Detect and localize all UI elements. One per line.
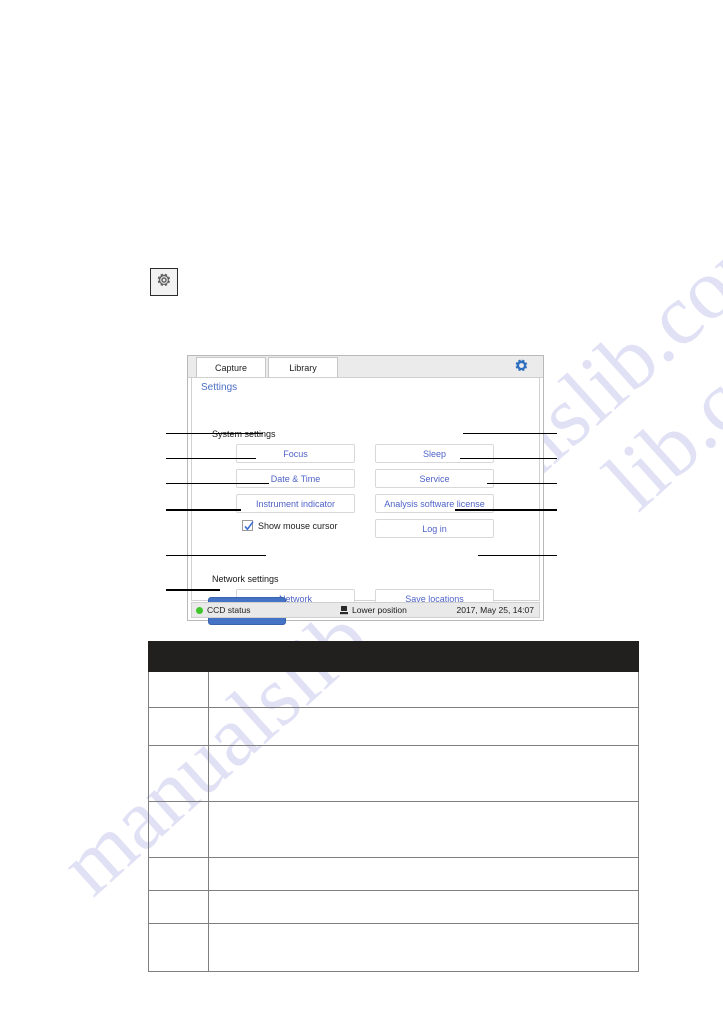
checkbox-show-mouse-cursor-label: Show mouse cursor bbox=[258, 520, 338, 531]
callout-line-sleep bbox=[463, 433, 557, 434]
ccd-status-label: CCD status bbox=[207, 605, 251, 615]
watermark-text: lib.com bbox=[586, 282, 723, 528]
callout-line-service bbox=[460, 458, 557, 459]
callout-line-save-locations bbox=[478, 555, 557, 556]
table-cell-number bbox=[148, 801, 209, 858]
page-title: Settings bbox=[201, 382, 238, 393]
button-instrument-indicator[interactable]: Instrument indicator bbox=[236, 494, 355, 513]
group-label-network-settings: Network settings bbox=[212, 574, 279, 584]
tab-bar: Capture Library bbox=[188, 356, 543, 378]
table-cell-number bbox=[148, 671, 209, 708]
description-table bbox=[148, 641, 639, 972]
button-service[interactable]: Service bbox=[375, 469, 494, 488]
timestamp: 2017, May 25, 14:07 bbox=[456, 605, 534, 615]
button-focus-label: Focus bbox=[283, 448, 308, 459]
table-row bbox=[148, 801, 639, 858]
button-sleep-label: Sleep bbox=[422, 448, 447, 459]
gear-icon bbox=[156, 272, 172, 293]
table-header-row bbox=[148, 641, 639, 672]
application-window: Capture Library Settings System settings… bbox=[187, 355, 544, 625]
settings-panel: Settings System settings Focus Date & Ti… bbox=[191, 378, 540, 625]
callout-line-show-mouse-cursor bbox=[166, 509, 241, 511]
button-analysis-software-license-label: Analysis software license bbox=[384, 498, 485, 509]
status-bar: CCD status Lower position 2017, May 25, … bbox=[191, 602, 540, 618]
button-log-in-label: Log in bbox=[422, 523, 447, 534]
titlebar-gear-icon[interactable] bbox=[514, 358, 529, 378]
button-instrument-indicator-label: Instrument indicator bbox=[255, 498, 336, 509]
table-row bbox=[148, 745, 639, 802]
table-cell-description bbox=[208, 923, 639, 972]
table-cell-description bbox=[208, 857, 639, 891]
callout-line-log-in bbox=[455, 509, 557, 511]
callout-line-instrument-indicator bbox=[166, 483, 269, 484]
stage-icon bbox=[340, 605, 348, 615]
table-cell-description bbox=[208, 745, 639, 802]
tab-capture-label: Capture bbox=[214, 362, 248, 373]
status-indicator-dot bbox=[196, 606, 203, 614]
table-cell-number bbox=[148, 857, 209, 891]
table-cell-description bbox=[208, 801, 639, 858]
button-log-in[interactable]: Log in bbox=[375, 519, 494, 538]
table-row bbox=[148, 671, 639, 708]
callout-line-analysis-software-license bbox=[487, 483, 557, 484]
table-row bbox=[148, 857, 639, 891]
table-row bbox=[148, 923, 639, 972]
callout-line-network bbox=[166, 555, 266, 556]
group-label-system-settings: System settings bbox=[212, 429, 276, 439]
button-sleep[interactable]: Sleep bbox=[375, 444, 494, 463]
table-cell-description bbox=[208, 671, 639, 708]
ccd-status: CCD status bbox=[196, 605, 250, 615]
callout-line-back bbox=[166, 589, 220, 591]
stage-position-label: Lower position bbox=[352, 605, 407, 615]
checkbox-show-mouse-cursor[interactable]: Show mouse cursor bbox=[242, 520, 338, 531]
table-cell-number bbox=[148, 890, 209, 924]
button-service-label: Service bbox=[419, 473, 450, 484]
checkbox-box bbox=[242, 520, 254, 531]
table-body bbox=[148, 671, 639, 972]
table-header-number bbox=[148, 641, 209, 672]
table-row bbox=[148, 890, 639, 924]
stage-position: Lower position bbox=[340, 605, 407, 615]
table-cell-number bbox=[148, 923, 209, 972]
table-row bbox=[148, 707, 639, 746]
tab-library[interactable]: Library bbox=[268, 357, 338, 377]
tab-library-label: Library bbox=[289, 362, 317, 373]
settings-gear-button[interactable] bbox=[150, 268, 178, 296]
tab-capture[interactable]: Capture bbox=[196, 357, 266, 377]
table-cell-number bbox=[148, 707, 209, 746]
callout-line-date-time bbox=[166, 458, 256, 459]
button-date-time-label: Date & Time bbox=[270, 473, 321, 484]
check-icon bbox=[244, 521, 254, 531]
callout-line-focus bbox=[166, 433, 263, 434]
button-date-time[interactable]: Date & Time bbox=[236, 469, 355, 488]
button-focus[interactable]: Focus bbox=[236, 444, 355, 463]
table-cell-description bbox=[208, 707, 639, 746]
table-cell-number bbox=[148, 745, 209, 802]
table-header-description bbox=[208, 641, 639, 672]
table-cell-description bbox=[208, 890, 639, 924]
